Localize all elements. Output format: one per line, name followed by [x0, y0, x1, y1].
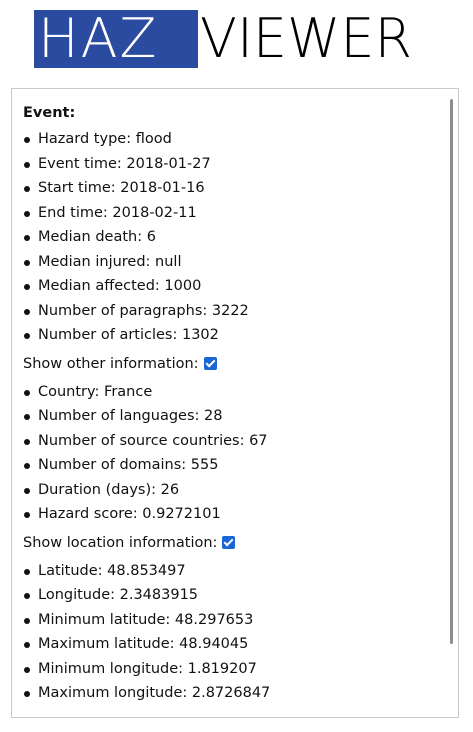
event-item-hazard-type: Hazard type: flood: [23, 127, 443, 152]
location-item-min-latitude: Minimum latitude: 48.297653: [23, 608, 443, 633]
event-info-panel[interactable]: Event: Hazard type: flood Event time: 20…: [11, 88, 459, 718]
event-item-start-time: Start time: 2018-01-16: [23, 176, 443, 201]
other-item-hazard-score: Hazard score: 0.9272101: [23, 502, 443, 527]
panel-scrollbar[interactable]: [450, 99, 453, 644]
other-info-toggle-row: Show other information:: [23, 348, 443, 380]
event-item-articles: Number of articles: 1302: [23, 323, 443, 348]
other-item-domains: Number of domains: 555: [23, 453, 443, 478]
hazviewer-logo: HAZ VIEWER: [34, 7, 446, 70]
other-info-list: Country: France Number of languages: 28 …: [23, 380, 443, 527]
location-item-latitude: Latitude: 48.853497: [23, 559, 443, 584]
panel-content: Event: Hazard type: flood Event time: 20…: [23, 103, 443, 706]
location-info-list: Latitude: 48.853497 Longitude: 2.3483915…: [23, 559, 443, 706]
event-heading: Event:: [23, 105, 76, 121]
logo-viewer-text: VIEWER: [200, 7, 413, 70]
event-item-event-time: Event time: 2018-01-27: [23, 152, 443, 177]
location-info-checkbox[interactable]: [222, 536, 236, 549]
location-item-max-latitude: Maximum latitude: 48.94045: [23, 632, 443, 657]
event-item-median-injured: Median injured: null: [23, 250, 443, 275]
location-info-label: Show location information:: [23, 534, 218, 551]
location-item-min-longitude: Minimum longitude: 1.819207: [23, 657, 443, 682]
other-info-label: Show other information:: [23, 355, 199, 372]
location-item-longitude: Longitude: 2.3483915: [23, 583, 443, 608]
other-info-checkbox[interactable]: [203, 357, 217, 370]
other-item-source-countries: Number of source countries: 67: [23, 429, 443, 454]
event-item-median-affected: Median affected: 1000: [23, 274, 443, 299]
logo-haz-text: HAZ: [38, 7, 159, 70]
other-item-duration: Duration (days): 26: [23, 478, 443, 503]
other-item-languages: Number of languages: 28: [23, 404, 443, 429]
event-list: Hazard type: flood Event time: 2018-01-2…: [23, 127, 443, 348]
other-item-country: Country: France: [23, 380, 443, 405]
location-info-toggle-row: Show location information:: [23, 527, 443, 559]
event-item-median-death: Median death: 6: [23, 225, 443, 250]
event-item-end-time: End time: 2018-02-11: [23, 201, 443, 226]
location-item-max-longitude: Maximum longitude: 2.8726847: [23, 681, 443, 706]
event-item-paragraphs: Number of paragraphs: 3222: [23, 299, 443, 324]
